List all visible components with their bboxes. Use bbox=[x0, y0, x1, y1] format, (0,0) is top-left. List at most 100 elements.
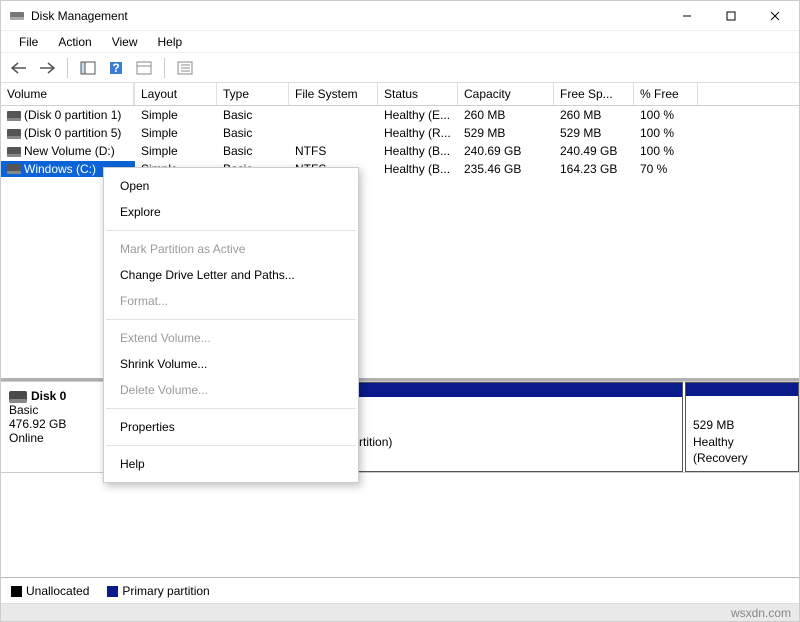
volume-pct: 100 % bbox=[634, 143, 698, 159]
col-type[interactable]: Type bbox=[217, 83, 289, 105]
volume-fs bbox=[289, 114, 378, 116]
empty-area bbox=[1, 473, 799, 577]
volume-icon bbox=[7, 147, 21, 157]
menu-format[interactable]: Format... bbox=[104, 288, 358, 314]
toolbar-help[interactable]: ? bbox=[104, 56, 128, 80]
legend-unallocated: Unallocated bbox=[11, 584, 89, 598]
legend-primary: Primary partition bbox=[107, 584, 209, 598]
menu-separator bbox=[106, 319, 356, 320]
volume-row[interactable]: (Disk 0 partition 5) Simple Basic Health… bbox=[1, 124, 799, 142]
volume-row[interactable]: New Volume (D:) Simple Basic NTFS Health… bbox=[1, 142, 799, 160]
menu-explore[interactable]: Explore bbox=[104, 199, 358, 225]
volume-icon bbox=[7, 164, 21, 174]
volume-free: 164.23 GB bbox=[554, 161, 634, 177]
menu-help[interactable]: Help bbox=[104, 451, 358, 477]
menu-change-letter[interactable]: Change Drive Letter and Paths... bbox=[104, 262, 358, 288]
col-volume[interactable]: Volume bbox=[1, 83, 135, 105]
volume-layout: Simple bbox=[135, 125, 217, 141]
disk-info[interactable]: Disk 0 Basic 476.92 GB Online bbox=[1, 382, 117, 472]
menu-shrink[interactable]: Shrink Volume... bbox=[104, 351, 358, 377]
volume-layout: Simple bbox=[135, 107, 217, 123]
volume-pct: 100 % bbox=[634, 125, 698, 141]
toolbar-list[interactable] bbox=[173, 56, 197, 80]
volume-status: Healthy (B... bbox=[378, 143, 458, 159]
volume-type: Basic bbox=[217, 125, 289, 141]
menu-extend[interactable]: Extend Volume... bbox=[104, 325, 358, 351]
app-icon bbox=[9, 8, 25, 24]
minimize-button[interactable] bbox=[665, 2, 709, 30]
partition-band bbox=[686, 383, 798, 396]
volume-free: 240.49 GB bbox=[554, 143, 634, 159]
col-filesystem[interactable]: File System bbox=[289, 83, 378, 105]
svg-text:?: ? bbox=[112, 61, 119, 75]
volume-icon bbox=[7, 111, 21, 121]
menu-action[interactable]: Action bbox=[48, 33, 101, 51]
footer: wsxdn.com bbox=[1, 603, 799, 621]
volume-layout: Simple bbox=[135, 143, 217, 159]
disk-icon bbox=[9, 391, 27, 403]
context-menu: Open Explore Mark Partition as Active Ch… bbox=[103, 167, 359, 483]
volume-status: Healthy (R... bbox=[378, 125, 458, 141]
window-title: Disk Management bbox=[31, 9, 665, 23]
partition-status: Healthy (Recovery bbox=[693, 434, 791, 466]
toolbar-show-console[interactable] bbox=[76, 56, 100, 80]
window-controls bbox=[665, 2, 797, 30]
menu-separator bbox=[106, 230, 356, 231]
volume-free: 260 MB bbox=[554, 107, 634, 123]
menu-properties[interactable]: Properties bbox=[104, 414, 358, 440]
partition-recovery[interactable]: 529 MB Healthy (Recovery bbox=[685, 382, 799, 472]
back-button[interactable] bbox=[7, 56, 31, 80]
disk-label: Disk 0 bbox=[31, 389, 66, 403]
toolbar-separator bbox=[67, 58, 68, 78]
menu-file[interactable]: File bbox=[9, 33, 48, 51]
volume-icon bbox=[7, 129, 21, 139]
menu-separator bbox=[106, 408, 356, 409]
partition-size: 529 MB bbox=[693, 417, 791, 433]
col-pctfree[interactable]: % Free bbox=[634, 83, 698, 105]
volume-pct: 70 % bbox=[634, 161, 698, 177]
volume-pct: 100 % bbox=[634, 107, 698, 123]
menu-separator bbox=[106, 445, 356, 446]
volume-capacity: 235.46 GB bbox=[458, 161, 554, 177]
toolbar-separator-2 bbox=[164, 58, 165, 78]
toolbar-refresh[interactable] bbox=[132, 56, 156, 80]
forward-button[interactable] bbox=[35, 56, 59, 80]
volume-name: (Disk 0 partition 1) bbox=[24, 108, 121, 122]
disk-size: 476.92 GB bbox=[9, 417, 108, 431]
menu-view[interactable]: View bbox=[102, 33, 148, 51]
legend-swatch-black bbox=[11, 586, 22, 597]
disk-state: Online bbox=[9, 431, 108, 445]
volume-fs: NTFS bbox=[289, 143, 378, 159]
col-capacity[interactable]: Capacity bbox=[458, 83, 554, 105]
volumes-header: Volume Layout Type File System Status Ca… bbox=[1, 83, 799, 106]
menubar: File Action View Help bbox=[1, 31, 799, 53]
legend-swatch-navy bbox=[107, 586, 118, 597]
menu-mark-active[interactable]: Mark Partition as Active bbox=[104, 236, 358, 262]
menu-help[interactable]: Help bbox=[148, 33, 193, 51]
menu-open[interactable]: Open bbox=[104, 173, 358, 199]
volume-row[interactable]: (Disk 0 partition 1) Simple Basic Health… bbox=[1, 106, 799, 124]
volume-fs bbox=[289, 132, 378, 134]
volume-name: Windows (C:) bbox=[24, 162, 96, 176]
menu-delete[interactable]: Delete Volume... bbox=[104, 377, 358, 403]
maximize-button[interactable] bbox=[709, 2, 753, 30]
close-button[interactable] bbox=[753, 2, 797, 30]
volume-type: Basic bbox=[217, 107, 289, 123]
col-freespace[interactable]: Free Sp... bbox=[554, 83, 634, 105]
titlebar: Disk Management bbox=[1, 1, 799, 31]
volume-status: Healthy (E... bbox=[378, 107, 458, 123]
volume-name: New Volume (D:) bbox=[24, 144, 115, 158]
disk-type: Basic bbox=[9, 403, 108, 417]
volume-capacity: 260 MB bbox=[458, 107, 554, 123]
volume-capacity: 529 MB bbox=[458, 125, 554, 141]
watermark: wsxdn.com bbox=[731, 606, 791, 620]
toolbar: ? bbox=[1, 53, 799, 83]
col-layout[interactable]: Layout bbox=[135, 83, 217, 105]
legend: Unallocated Primary partition bbox=[1, 577, 799, 603]
volume-type: Basic bbox=[217, 143, 289, 159]
volume-free: 529 MB bbox=[554, 125, 634, 141]
col-status[interactable]: Status bbox=[378, 83, 458, 105]
volume-status: Healthy (B... bbox=[378, 161, 458, 177]
volume-capacity: 240.69 GB bbox=[458, 143, 554, 159]
volume-name: (Disk 0 partition 5) bbox=[24, 126, 121, 140]
